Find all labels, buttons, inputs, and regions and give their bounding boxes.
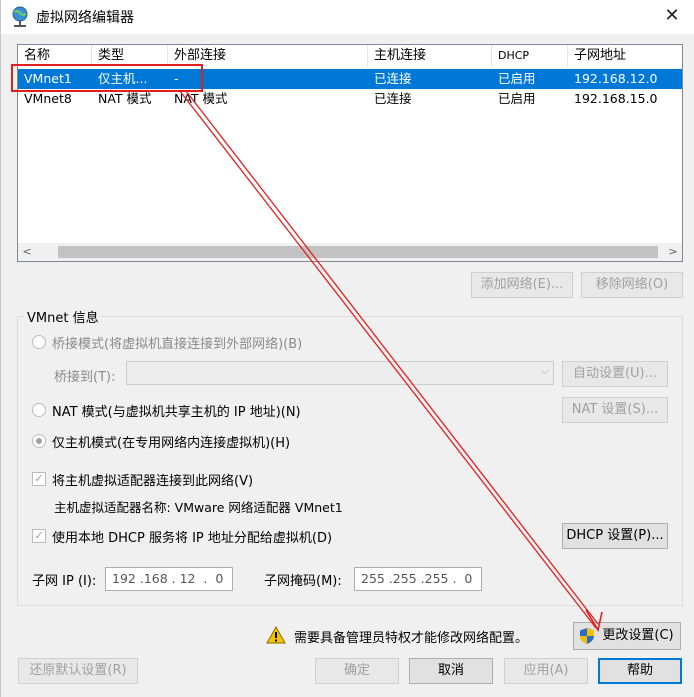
hostonly-label: 仅主机模式(在专用网络内连接虚拟机)(H) [52,436,291,451]
network-globe-icon [12,6,28,27]
change-settings-label: 更改设置(C) [602,628,674,643]
column-header-name[interactable]: 名称 [18,45,92,67]
scroll-right-icon[interactable]: > [664,243,682,261]
subnet-mask-label: 子网掩码(M): [264,574,342,589]
cell-type: NAT 模式 [98,91,152,106]
cell-host: 已连接 [374,71,412,86]
dhcp-checkbox[interactable]: ✓ [32,529,46,543]
add-network-button[interactable]: 添加网络(E)... [471,272,573,298]
dhcp-label: 使用本地 DHCP 服务将 IP 地址分配给虚拟机(D) [52,531,333,546]
cancel-button[interactable]: 取消 [409,658,493,684]
subnet-ip-label: 子网 IP (I): [32,574,97,589]
column-header-external[interactable]: 外部连接 [168,45,368,67]
bridged-label: 桥接模式(将虚拟机直接连接到外部网络)(B) [52,337,303,352]
dhcp-settings-button[interactable]: DHCP 设置(P)... [562,523,668,549]
horizontal-scrollbar[interactable]: < > [18,243,682,261]
uac-shield-icon [580,628,594,644]
cell-external: - [174,71,179,86]
apply-button[interactable]: 应用(A) [504,658,588,684]
admin-notice: 需要具备管理员特权才能修改网络配置。 [294,631,529,646]
restore-defaults-button[interactable]: 还原默认设置(R) [18,658,138,684]
remove-network-button[interactable]: 移除网络(O) [581,272,683,298]
column-header-subnet[interactable]: 子网地址 [568,45,682,67]
nat-label: NAT 模式(与虚拟机共享主机的 IP 地址)(N) [52,405,301,420]
nat-radio[interactable] [32,403,46,417]
connect-adapter-label: 将主机虚拟适配器连接到此网络(V) [52,474,254,489]
bridged-radio[interactable] [32,335,46,349]
hostonly-radio[interactable] [32,434,46,448]
bridge-to-select[interactable]: ⌵ [126,361,554,385]
scroll-left-icon[interactable]: < [18,243,36,261]
connect-adapter-checkbox[interactable]: ✓ [32,472,46,486]
ok-button[interactable]: 确定 [315,658,399,684]
table-row[interactable]: VMnet1 仅主机... - 已连接 已启用 192.168.12.0 [18,69,682,89]
bridge-to-label: 桥接到(T): [54,370,116,385]
adapter-name: 主机虚拟适配器名称: VMware 网络适配器 VMnet1 [54,500,343,515]
vmnet-info-group [17,316,683,606]
cell-subnet: 192.168.15.0 [574,91,658,106]
network-list[interactable]: 名称 类型 外部连接 主机连接 DHCP 子网地址 VMnet1 仅主机... … [17,44,683,262]
warning-icon [266,626,286,644]
auto-settings-button[interactable]: 自动设置(U)... [562,361,668,387]
column-header-host[interactable]: 主机连接 [368,45,492,67]
nat-settings-button[interactable]: NAT 设置(S)... [562,397,668,423]
column-header-dhcp[interactable]: DHCP [492,45,568,67]
cell-type: 仅主机... [98,71,148,86]
cell-external: NAT 模式 [174,91,228,106]
scroll-thumb[interactable] [58,246,658,258]
cell-host: 已连接 [374,91,412,106]
table-row[interactable]: VMnet8 NAT 模式 NAT 模式 已连接 已启用 192.168.15.… [18,89,682,109]
subnet-ip-input[interactable]: 192 .168 . 12 . 0 [105,567,233,591]
window-title: 虚拟网络编辑器 [36,10,134,26]
cell-subnet: 192.168.12.0 [574,71,658,86]
change-settings-button[interactable]: 更改设置(C) [573,622,681,650]
group-title: VMnet 信息 [24,307,102,326]
cell-name: VMnet1 [24,71,72,86]
help-button[interactable]: 帮助 [598,658,682,684]
cell-dhcp: 已启用 [498,91,536,106]
cell-dhcp: 已启用 [498,71,536,86]
close-icon[interactable]: ✕ [656,2,688,30]
column-header-type[interactable]: 类型 [92,45,168,67]
cell-name: VMnet8 [24,91,72,106]
chevron-down-icon: ⌵ [540,364,549,377]
subnet-mask-input[interactable]: 255 .255 .255 . 0 [354,567,482,591]
